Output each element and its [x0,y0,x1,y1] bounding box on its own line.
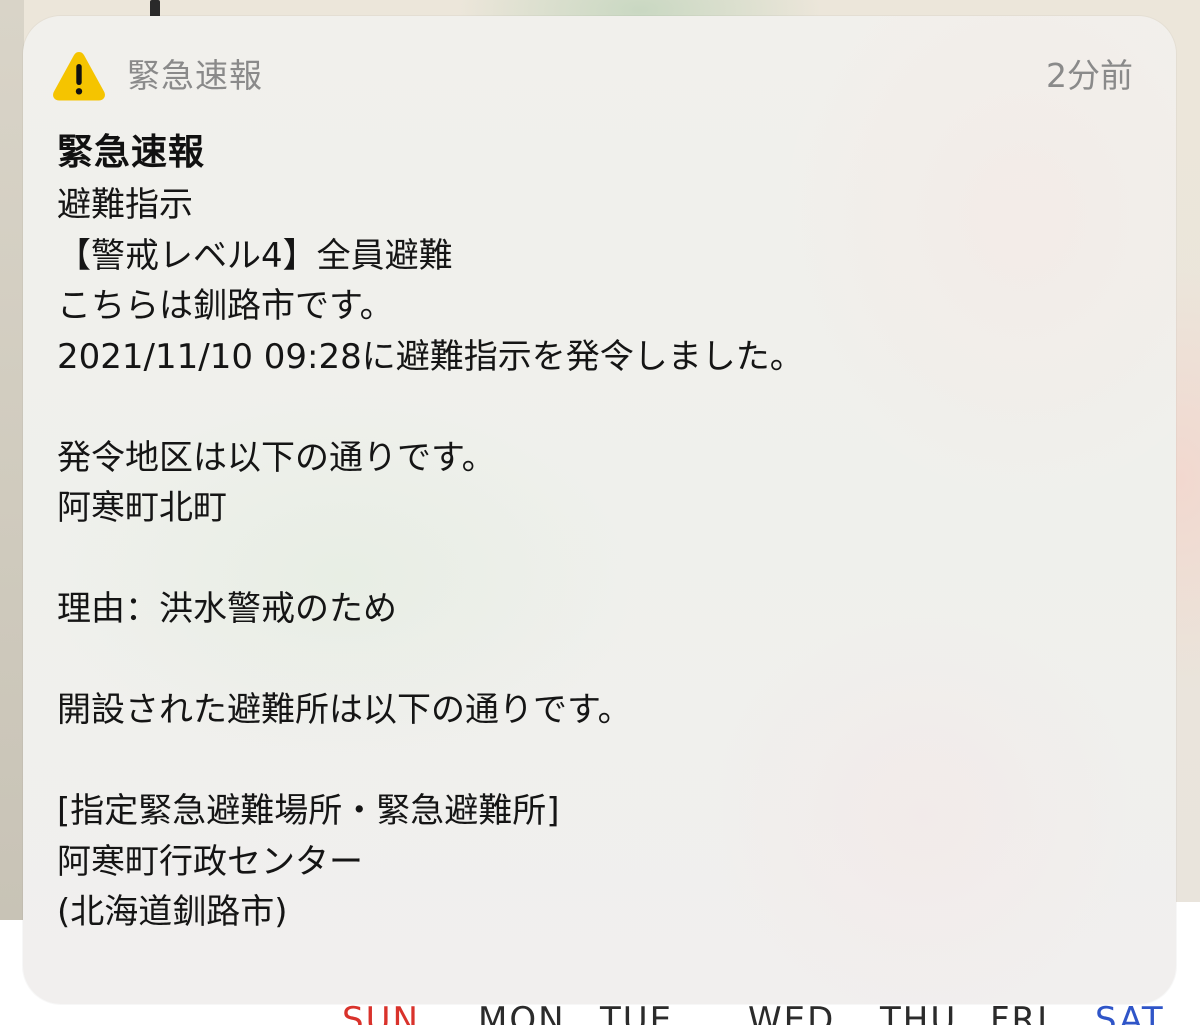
calendar-day-tue: TUE [600,1003,674,1025]
notification-body: 避難指示 【警戒レベル4】全員避難 こちらは釧路市です。 2021/11/10 … [57,180,1137,938]
body-line-area-intro: 発令地区は以下の通りです。 [57,437,496,478]
body-line-shelter-category: [指定緊急避難場所・緊急避難所] [57,791,560,831]
notification-app-name: 緊急速報 [127,56,263,95]
body-line-shelter-location: (北海道釧路市) [57,892,288,932]
notification-timestamp: 2分前 [1046,56,1133,95]
body-line-alert-type: 避難指示 [57,185,193,225]
warning-triangle-icon [53,52,105,101]
body-line-blank [57,736,1137,787]
calendar-day-thu: THU [880,1003,958,1025]
calendar-day-wed: WED [748,1003,836,1025]
notification-title: 緊急速報 [57,132,206,173]
background-calendar-strip: SUN MON TUE WED THU FRI SAT [300,1003,1180,1025]
wallpaper-left-edge [0,0,24,920]
body-line-sender: こちらは釧路市です。 [57,286,394,326]
calendar-day-sun: SUN [342,1003,420,1025]
body-line-reason: 理由：洪水警戒のため [57,589,397,629]
calendar-day-fri: FRI [990,1003,1050,1025]
notification-header: 緊急速報 2分前 [23,16,1176,136]
body-line-blank [57,382,1137,433]
emergency-alert-notification[interactable]: 緊急速報 2分前 緊急速報 避難指示 【警戒レベル4】全員避難 こちらは釧路市で… [23,16,1176,1004]
body-line-area: 阿寒町北町 [57,488,227,528]
calendar-day-sat: SAT [1095,1003,1165,1025]
body-line-blank [57,534,1137,585]
body-line-shelter-name: 阿寒町行政センター [57,841,363,882]
body-line-alert-level: 【警戒レベル4】全員避難 [57,235,453,276]
body-line-shelter-intro: 開設された避難所は以下の通りです。 [57,690,632,730]
calendar-day-mon: MON [478,1003,566,1025]
body-line-blank [57,635,1137,686]
body-line-issued-time: 2021/11/10 09:28に避難指示を発令しました。 [57,336,804,377]
